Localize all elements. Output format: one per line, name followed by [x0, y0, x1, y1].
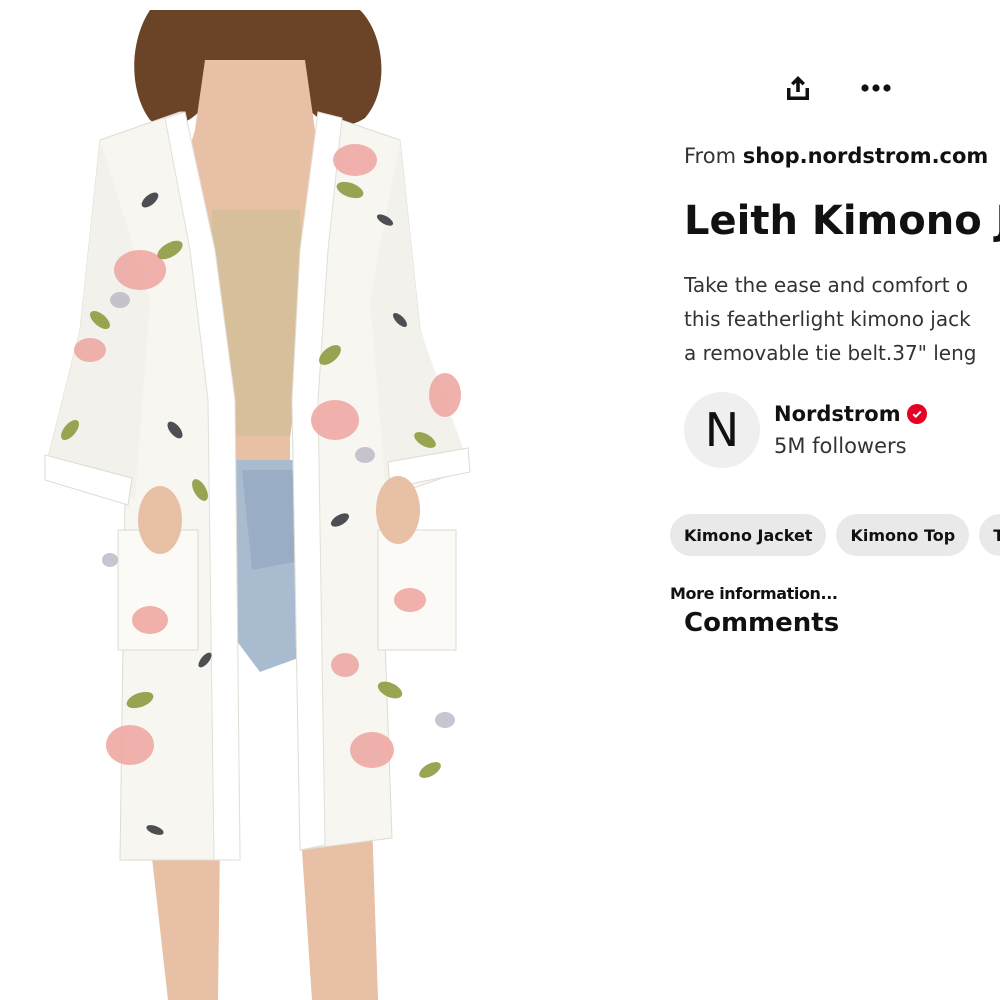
comments-heading: Comments [684, 608, 840, 638]
source-prefix: From [684, 144, 737, 168]
description-line: Take the ease and comfort o [684, 273, 969, 297]
creator-name[interactable]: Nordstrom [774, 402, 901, 426]
creator-name-row: Nordstrom [774, 402, 927, 426]
more-options-button[interactable] [854, 66, 898, 110]
share-button[interactable] [776, 66, 820, 110]
kimono-photo [44, 10, 471, 1000]
share-upload-icon [787, 76, 809, 100]
tag-kimono-jacket[interactable]: Kimono Jacket [670, 514, 827, 556]
follower-count: 5M followers [774, 434, 907, 458]
source-domain-link[interactable]: shop.nordstrom.com [743, 144, 989, 168]
avatar[interactable]: N [684, 392, 760, 468]
creator-profile[interactable]: N Nordstrom 5M followers [684, 392, 927, 468]
ellipsis-icon [861, 84, 891, 92]
description-line: a removable tie belt.37" leng [684, 341, 977, 365]
tag-truncated[interactable]: Ta [979, 514, 1000, 556]
pin-source: From shop.nordstrom.com [684, 144, 988, 168]
pin-title: Leith Kimono Ja [684, 198, 1000, 244]
pin-description: Take the ease and comfort o this feather… [684, 268, 1000, 370]
tag-kimono-top[interactable]: Kimono Top [836, 514, 970, 556]
more-information-link[interactable]: More information... [670, 584, 838, 603]
description-line: this featherlight kimono jack [684, 307, 971, 331]
creator-info: Nordstrom 5M followers [774, 402, 927, 458]
tag-list: Kimono Jacket Kimono Top Ta [670, 514, 1000, 556]
verified-check-icon [906, 404, 927, 424]
pin-image[interactable] [0, 0, 560, 1000]
